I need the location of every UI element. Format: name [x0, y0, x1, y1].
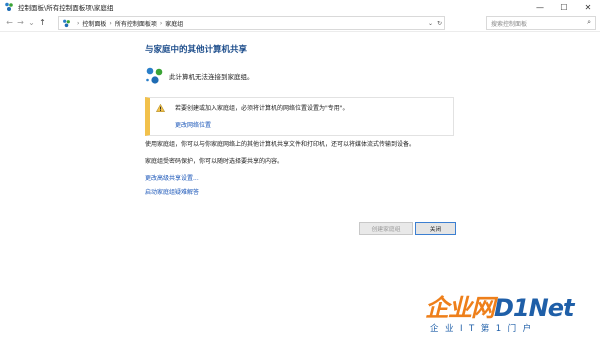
watermark-tagline: 企业IT第1门户	[430, 324, 538, 334]
title-bar: 控制面板\所有控制面板项\家庭组 — ☐ ✕	[0, 0, 600, 14]
breadcrumb-homegroup[interactable]: 家庭组	[165, 19, 183, 28]
address-dropdown-icon[interactable]: ⌄	[428, 20, 433, 27]
back-button[interactable]: ←	[4, 16, 15, 30]
status-text: 此计算机无法连接到家庭组。	[169, 73, 254, 81]
troubleshooter-link[interactable]: 启动家庭组疑难解答	[145, 187, 199, 196]
change-network-location-link[interactable]: 更改网络位置	[175, 120, 211, 129]
warning-icon	[156, 104, 165, 112]
watermark-logo: 企业网D1Net	[425, 288, 574, 323]
close-window-button[interactable]: ✕	[576, 0, 600, 14]
page-title: 与家庭中的其他计算机共享	[145, 45, 248, 55]
watermark-logo-cn: 企业网	[425, 294, 495, 322]
refresh-icon[interactable]: ↻	[437, 20, 442, 27]
breadcrumb-separator: ›	[109, 19, 112, 27]
watermark: 企业网D1Net 企业IT第1门户	[425, 288, 600, 338]
homegroup-icon	[5, 2, 13, 11]
maximize-button[interactable]: ☐	[552, 0, 576, 14]
create-homegroup-button[interactable]: 创建家庭组	[359, 222, 413, 235]
homegroup-status: 此计算机无法连接到家庭组。	[145, 66, 254, 86]
homegroup-description: 使用家庭组，你可以与你家庭网络上的其他计算机共享文件和打印机，还可以将媒体流式传…	[145, 141, 416, 148]
close-button[interactable]: 关闭	[415, 222, 456, 235]
search-input[interactable]: 搜索控制面板 ⌕	[486, 16, 596, 30]
window-title: 控制面板\所有控制面板项\家庭组	[18, 4, 114, 12]
watermark-logo-en: D1Net	[494, 294, 574, 322]
address-bar[interactable]: › 控制面板 › 所有控制面板项 › 家庭组 ⌄ ↻	[58, 16, 445, 30]
password-protection-text: 家庭组受密码保护，你可以随时选择要共享的内容。	[145, 158, 284, 165]
warning-text: 若要创建或加入家庭组，必须将计算机的网络位置设置为"专用"。	[175, 105, 349, 112]
up-button[interactable]: ↑	[37, 16, 48, 30]
homegroup-icon	[63, 19, 70, 27]
breadcrumb-all-items[interactable]: 所有控制面板项	[115, 19, 157, 28]
window-controls: — ☐ ✕	[528, 0, 600, 14]
advanced-sharing-link[interactable]: 更改高级共享设置...	[145, 173, 199, 182]
breadcrumb-control-panel[interactable]: 控制面板	[82, 19, 106, 28]
navigation-bar: ← → ⌄ ↑ › 控制面板 › 所有控制面板项 › 家庭组 ⌄ ↻ 搜索控制面…	[0, 14, 600, 32]
search-icon[interactable]: ⌕	[587, 18, 591, 27]
minimize-button[interactable]: —	[528, 0, 552, 14]
forward-button[interactable]: →	[15, 16, 26, 30]
warning-box: 若要创建或加入家庭组，必须将计算机的网络位置设置为"专用"。 更改网络位置	[145, 97, 454, 136]
breadcrumb-separator: ›	[159, 19, 163, 27]
search-placeholder: 搜索控制面板	[491, 20, 528, 28]
homegroup-icon	[146, 67, 163, 84]
recent-locations-dropdown[interactable]: ⌄	[26, 16, 37, 30]
breadcrumb-separator: ›	[77, 19, 80, 27]
